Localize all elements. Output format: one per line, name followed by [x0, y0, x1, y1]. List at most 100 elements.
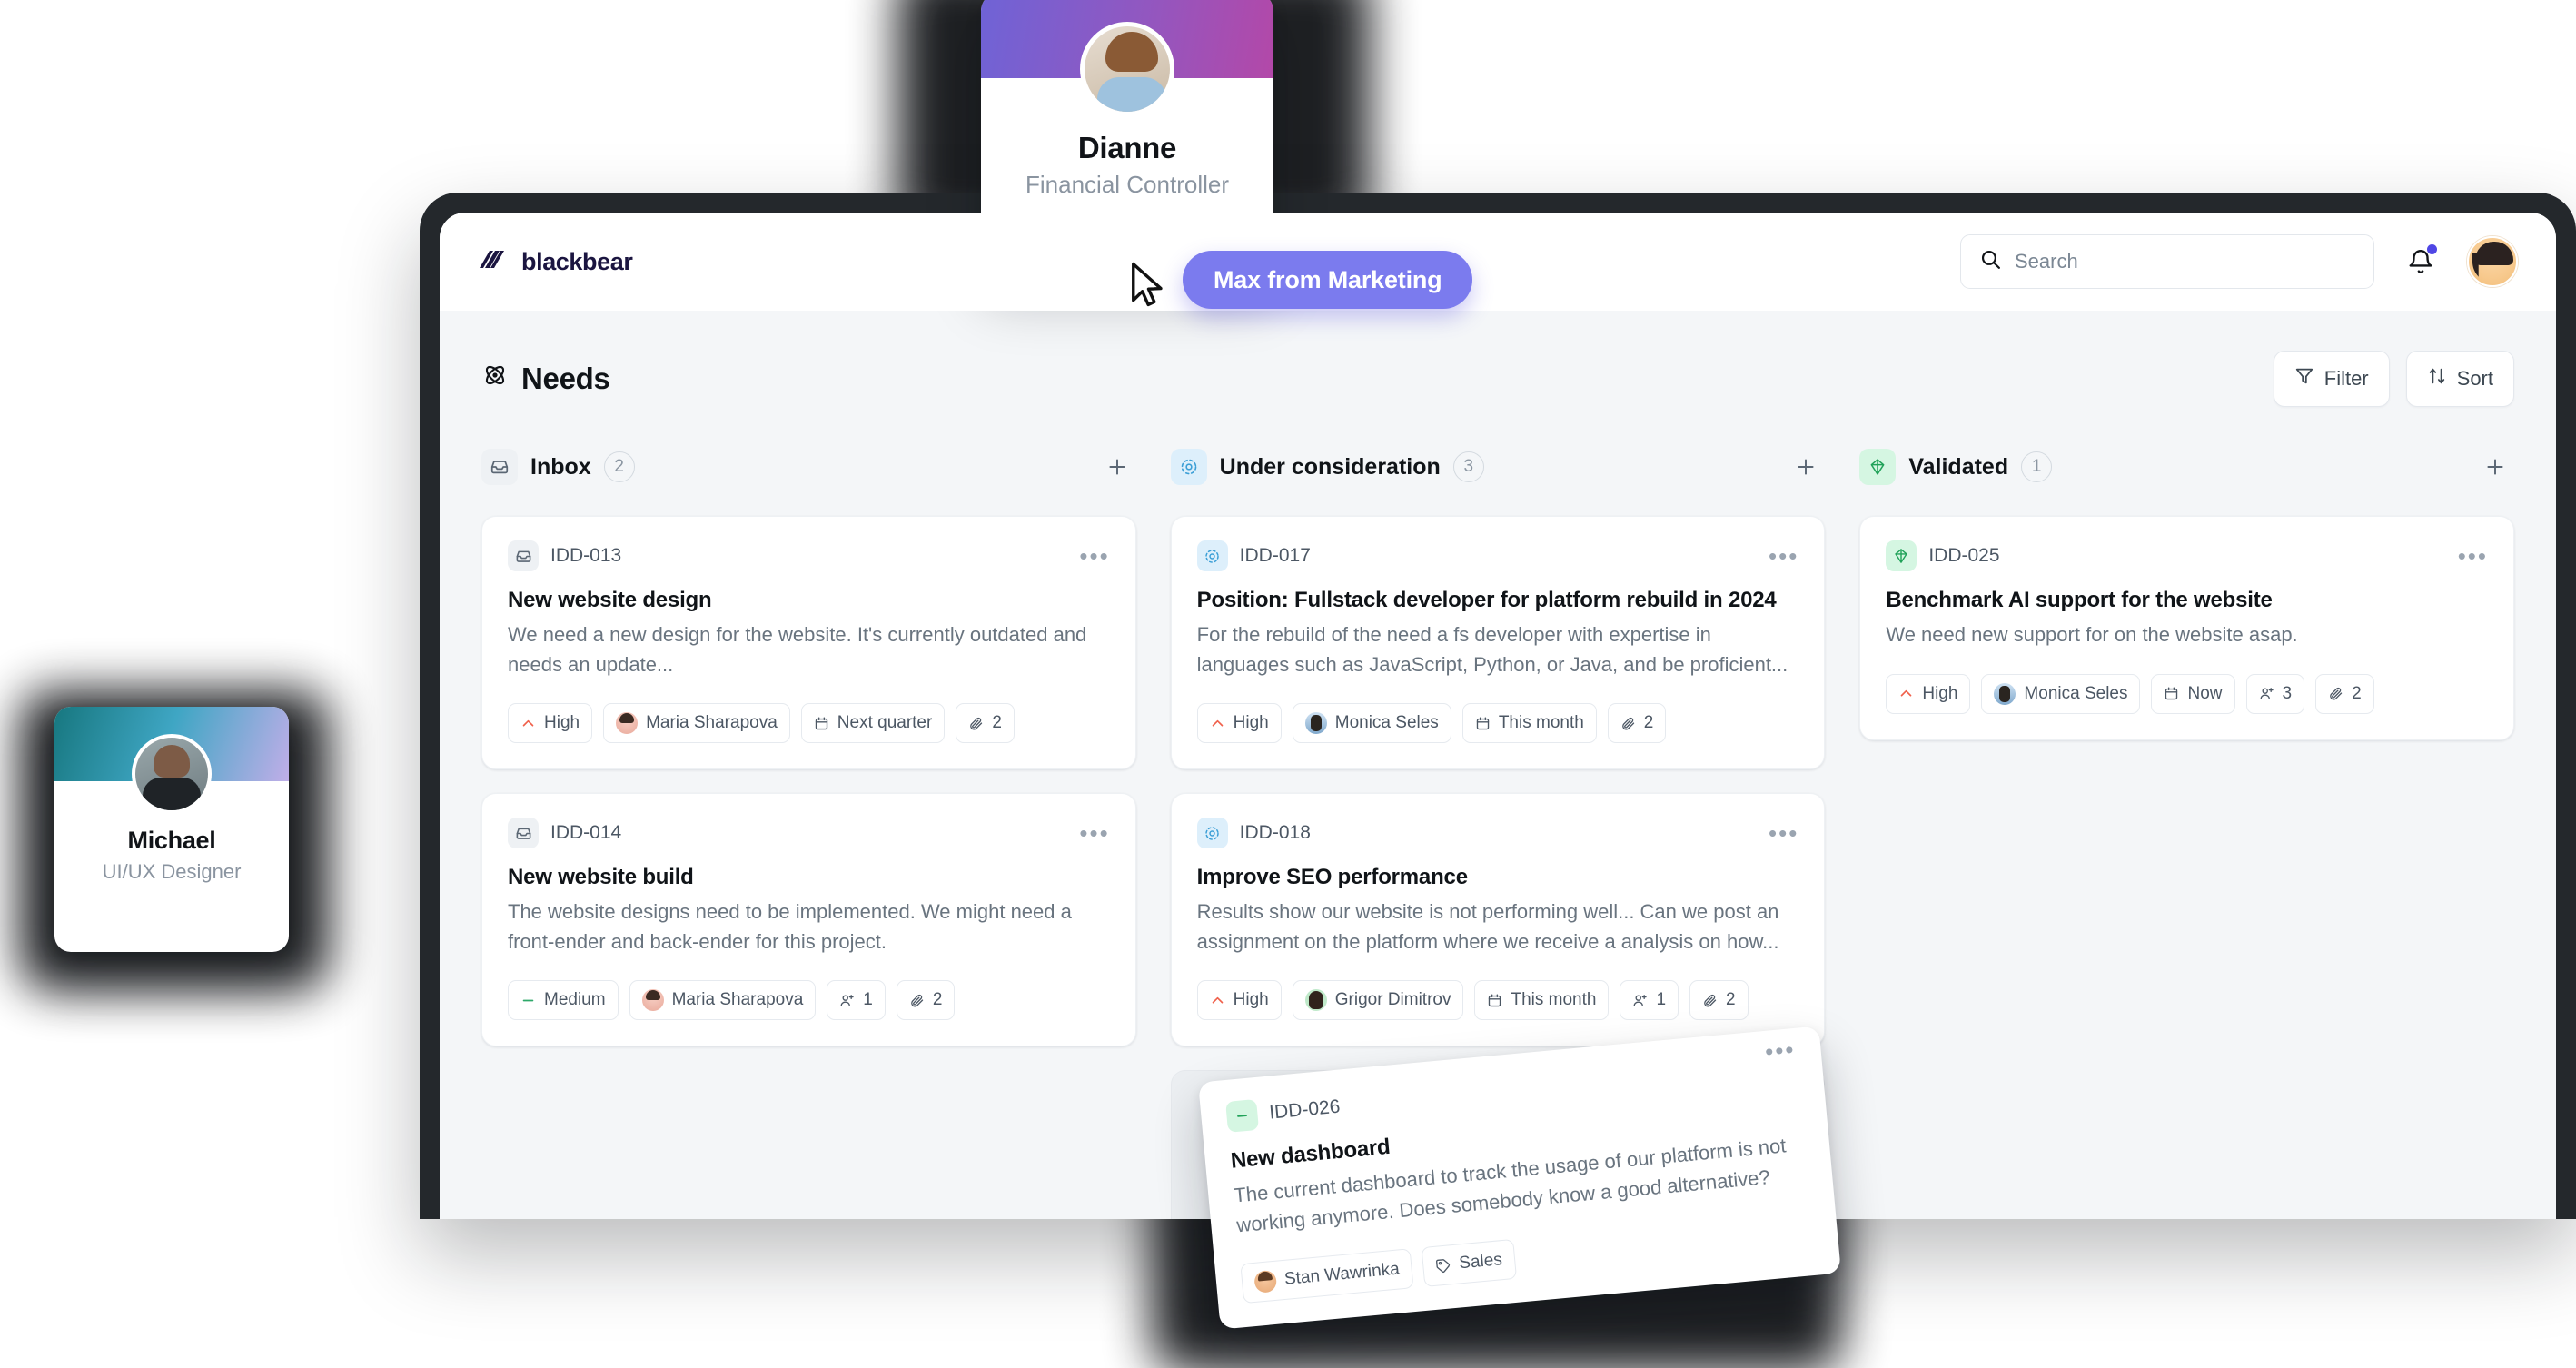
plus-icon — [1798, 459, 1814, 475]
add-person-icon — [1634, 994, 1648, 1006]
card-title: Improve SEO performance — [1196, 865, 1468, 890]
chip-date[interactable]: This month — [1461, 703, 1597, 744]
consideration-icon — [1196, 818, 1228, 849]
card-menu-button[interactable]: ••• — [1079, 821, 1109, 845]
profile-card-michael[interactable]: Michael UI/UX Designer — [54, 707, 289, 952]
avatar-monica — [1994, 682, 2016, 705]
calendar-icon — [815, 717, 827, 729]
chip-attachments[interactable]: 2 — [1689, 980, 1749, 1021]
chip-tag[interactable]: Sales — [1421, 1239, 1517, 1288]
card-idd-018[interactable]: IDD-018 ••• Improve SEO performance Resu… — [1170, 793, 1826, 1047]
chip-people[interactable]: 3 — [2245, 673, 2305, 714]
card-chips: High Monica Seles This month 2 — [1196, 703, 1799, 744]
card-chips: Medium Maria Sharapova 1 2 — [508, 980, 1110, 1021]
add-card-button[interactable] — [1102, 451, 1133, 482]
card-title: Position: Fullstack developer for platfo… — [1196, 588, 1777, 612]
chip-label: Maria Sharapova — [671, 990, 804, 1010]
chip-label: Next quarter — [837, 713, 933, 733]
filter-button[interactable]: Filter — [2273, 351, 2390, 407]
card-id: IDD-017 — [1239, 545, 1311, 566]
notifications-button[interactable] — [2402, 243, 2440, 281]
chip-date[interactable]: Next quarter — [800, 703, 946, 744]
chip-priority[interactable]: High — [1196, 980, 1282, 1021]
chip-label: Now — [2187, 683, 2223, 703]
chip-attachments[interactable]: 2 — [956, 703, 1015, 744]
card-idd-025[interactable]: IDD-025 ••• Benchmark AI support for the… — [1859, 516, 2515, 740]
avatar-maria — [641, 989, 664, 1012]
column-title: Validated — [1908, 453, 2009, 480]
chip-attachments[interactable]: 2 — [896, 980, 956, 1021]
chevron-up-icon — [522, 719, 534, 727]
consideration-icon — [1196, 540, 1228, 571]
chip-date[interactable]: This month — [1474, 980, 1610, 1021]
chip-attachments[interactable]: 2 — [1607, 703, 1667, 744]
paperclip-icon — [1704, 994, 1717, 1007]
search-placeholder: Search — [2015, 250, 2078, 273]
card-id: IDD-025 — [1928, 545, 2000, 566]
card-header: IDD-013 ••• — [508, 540, 1110, 571]
chip-date[interactable]: Now — [2151, 673, 2235, 714]
card-header: IDD-025 ••• — [1886, 540, 2488, 571]
card-menu-button[interactable]: ••• — [2458, 544, 2488, 568]
chip-label: Monica Seles — [1334, 713, 1439, 733]
chip-priority[interactable]: High — [1196, 703, 1282, 744]
notification-badge-dot — [2427, 244, 2437, 254]
chip-assignee[interactable]: Monica Seles — [1981, 673, 2141, 714]
card-title: Benchmark AI support for the website — [1886, 588, 2273, 612]
calendar-icon — [1489, 994, 1501, 1006]
sort-label: Sort — [2456, 367, 2493, 390]
app-logo[interactable]: blackbear — [480, 248, 633, 276]
filter-label: Filter — [2323, 367, 2369, 390]
column-title: Under consideration — [1219, 453, 1441, 480]
card-description: The website designs need to be implement… — [508, 900, 1072, 953]
board-header: Needs Filter Sort — [440, 311, 2556, 407]
plus-icon — [1109, 459, 1125, 475]
card-id: IDD-018 — [1239, 822, 1311, 844]
chip-priority[interactable]: High — [1886, 673, 1971, 714]
chip-attachments[interactable]: 2 — [2315, 673, 2374, 714]
add-person-icon — [840, 994, 854, 1006]
sort-button[interactable]: Sort — [2405, 351, 2514, 407]
chip-assignee[interactable]: Monica Seles — [1292, 703, 1451, 744]
card-idd-017[interactable]: IDD-017 ••• Position: Fullstack develope… — [1170, 516, 1826, 770]
chip-assignee[interactable]: Grigor Dimitrov — [1292, 980, 1464, 1021]
calendar-icon — [2165, 687, 2178, 700]
chip-label: 2 — [932, 990, 943, 1010]
column-count: 1 — [2021, 451, 2053, 482]
user-avatar[interactable] — [2467, 236, 2518, 287]
chip-assignee[interactable]: Maria Sharapova — [629, 980, 817, 1021]
card-menu-button[interactable]: ••• — [1769, 544, 1798, 568]
column-header: Under consideration 3 — [1170, 449, 1826, 485]
topbar-right-group: Search — [1960, 234, 2518, 289]
page-title-text: Needs — [521, 362, 610, 395]
add-card-button[interactable] — [2480, 451, 2511, 482]
chip-label: High — [1233, 990, 1269, 1010]
chip-label: This month — [1498, 713, 1584, 733]
chip-label: 1 — [863, 990, 873, 1010]
card-idd-014[interactable]: IDD-014 ••• New website build The websit… — [481, 793, 1136, 1047]
profile-role: Financial Controller — [1025, 171, 1229, 198]
chip-people[interactable]: 1 — [1620, 980, 1679, 1021]
inbox-icon — [508, 818, 539, 849]
plus-icon — [2487, 459, 2503, 475]
card-menu-button[interactable]: ••• — [1769, 821, 1798, 845]
chip-priority[interactable]: High — [508, 703, 593, 744]
consideration-icon — [1170, 449, 1207, 485]
dash-icon — [522, 999, 534, 1002]
add-card-button[interactable] — [1790, 451, 1821, 482]
card-menu-button[interactable]: ••• — [1079, 544, 1109, 568]
chip-people[interactable]: 1 — [827, 980, 886, 1021]
search-icon — [1979, 248, 2002, 275]
chip-assignee[interactable]: Maria Sharapova — [603, 703, 790, 744]
chip-assignee[interactable]: Stan Wawrinka — [1240, 1248, 1414, 1304]
card-idd-013[interactable]: IDD-013 ••• New website design We need a… — [481, 516, 1136, 770]
search-input[interactable]: Search — [1960, 234, 2374, 289]
chip-label: Medium — [544, 990, 606, 1010]
chip-priority[interactable]: Medium — [508, 980, 619, 1021]
avatar-grigor — [1304, 989, 1327, 1012]
card-menu-button[interactable]: ••• — [1764, 1036, 1797, 1066]
avatar-monica — [1304, 712, 1327, 735]
chevron-up-icon — [1212, 996, 1223, 1004]
column-count: 3 — [1452, 451, 1484, 482]
card-header: IDD-018 ••• — [1196, 818, 1799, 849]
